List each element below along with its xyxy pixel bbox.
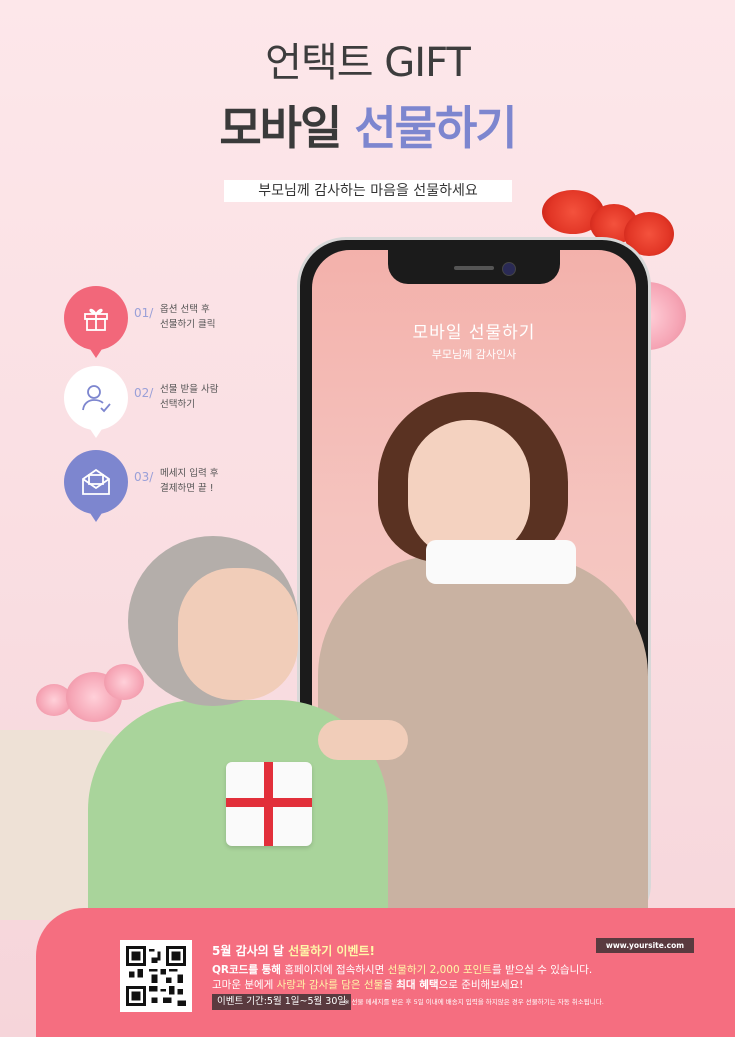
event-line1-highlight: 선물하기 2,000 포인트 [387,964,492,976]
step-2: 02/ 선물 받을 사람 선택하기 [64,366,218,438]
step-text: 옵션 선택 후 선물하기 클릭 [160,304,216,330]
step-number: 01/ [134,306,154,320]
step-text: 선물 받을 사람 선택하기 [160,384,219,410]
screen-subtitle: 부모님께 감사인사 [431,348,517,361]
carnation-red [624,212,674,256]
daughter-face [408,420,530,558]
event-line2-end: 으로 준비해보세요! [438,979,524,991]
step-number: 02/ [134,386,154,400]
gift-box [226,762,312,846]
subline: 부모님께 감사하는 마음을 선물하세요 [224,180,512,202]
event-note: ※ 선물 메세지를 받은 후 5일 이내에 배송지 입력을 하지않은 경우 선물… [344,998,604,1006]
event-line2-bold: 최대 혜택 [396,979,439,991]
daughter-collar [426,540,576,584]
headline-dark: 모바일 [219,101,342,155]
carnation-pink [104,664,144,700]
event-period: 이벤트 기간:5월 1일~5월 30일 [212,994,352,1010]
event-title: 5월 감사의 달 선물하기 이벤트! [212,942,375,959]
gift-icon [64,286,128,358]
eyebrow-title: 언택트 GIFT [265,40,471,86]
event-line1-bold: QR코드를 통해 [212,964,281,976]
speaker-icon [454,266,494,270]
event-line1-text: 홈페이지에 접속하시면 [280,964,388,976]
event-line2-text: 고마운 분에게 [212,979,277,991]
event-line1-end: 를 받으실 수 있습니다. [491,964,593,976]
step-1: 01/ 옵션 선택 후 선물하기 클릭 [64,286,215,358]
user-check-icon [64,366,128,438]
event-title-highlight: 선물하기 이벤트! [288,944,376,958]
mail-icon [64,450,128,522]
event-line-2: 고마운 분에게 사랑과 감사를 담은 선물을 최대 혜택으로 준비해보세요! [212,977,523,992]
event-line2-particle: 을 [383,979,397,991]
qr-code[interactable] [120,940,192,1012]
event-title-plain: 5월 감사의 달 [212,944,289,958]
camera-icon [502,262,516,276]
event-line2-highlight: 사랑과 감사를 담은 선물 [276,979,384,991]
headline: 모바일 선물하기 [0,92,735,158]
site-link[interactable]: www.yoursite.com [596,938,694,953]
step-3: 03/ 메세지 입력 후 결제하면 끝 ! [64,450,218,522]
event-line-1: QR코드를 통해 홈페이지에 접속하시면 선물하기 2,000 포인트를 받으실… [212,962,592,977]
step-number: 03/ [134,470,154,484]
step-text: 메세지 입력 후 결제하면 끝 ! [160,468,219,494]
daughter-arm [318,720,408,760]
headline-accent: 선물하기 [354,101,517,155]
mother-face [178,568,298,700]
screen-title: 모바일 선물하기 [412,323,536,343]
